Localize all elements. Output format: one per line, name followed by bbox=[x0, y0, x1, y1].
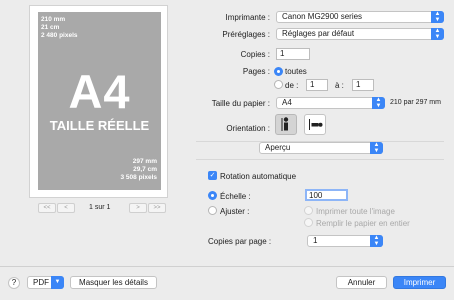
fit-fill-radio[interactable] bbox=[304, 218, 313, 227]
footer-divider bbox=[0, 266, 454, 267]
chevron-updown-icon: ▲ ▼ bbox=[372, 97, 385, 109]
pdf-menu-button[interactable]: PDF ▼ bbox=[27, 276, 64, 289]
paper-dimensions: 210 par 297 mm bbox=[390, 99, 441, 106]
last-page-button[interactable]: >> bbox=[148, 203, 166, 213]
chevron-updown-icon: ▲ ▼ bbox=[431, 11, 444, 23]
printer-label: Imprimante : bbox=[225, 13, 270, 22]
paper-size-select[interactable]: A4 ▲ ▼ bbox=[276, 97, 385, 109]
fit-print-all-label: Imprimer toute l'image bbox=[316, 207, 395, 216]
preview-width-px: 2 480 pixels bbox=[41, 32, 78, 39]
preview-height-cm: 29,7 cm bbox=[133, 166, 157, 173]
presets-select[interactable]: Réglages par défaut ▲ ▼ bbox=[276, 28, 444, 40]
copies-per-page-value: 1 bbox=[313, 236, 318, 245]
pages-from-label: de : bbox=[285, 81, 299, 90]
preview-actual-size-label: TAILLE RÉELLE bbox=[49, 118, 150, 133]
pages-label: Pages : bbox=[242, 67, 270, 76]
orientation-label: Orientation : bbox=[226, 124, 270, 133]
auto-rotate-checkbox[interactable]: ✓ bbox=[208, 171, 217, 180]
preview-paper-name: A4 bbox=[68, 65, 131, 118]
preview-height-mm: 297 mm bbox=[132, 158, 157, 165]
presets-label: Préréglages : bbox=[222, 30, 270, 39]
pages-to-label: à : bbox=[335, 81, 344, 90]
section-value: Aperçu bbox=[265, 143, 291, 152]
pages-all-radio[interactable] bbox=[274, 67, 283, 76]
print-button[interactable]: Imprimer bbox=[393, 276, 446, 289]
pages-to-input[interactable]: 1 bbox=[352, 79, 374, 91]
previous-page-button[interactable]: < bbox=[57, 203, 75, 213]
fit-fill-label: Remplir le papier en entier bbox=[316, 219, 410, 228]
landscape-person-icon bbox=[309, 119, 323, 130]
copies-input[interactable]: 1 bbox=[276, 48, 310, 60]
pages-range-radio[interactable] bbox=[274, 80, 283, 89]
printer-value: Canon MG2900 series bbox=[282, 12, 363, 21]
pages-from-input[interactable]: 1 bbox=[306, 79, 328, 91]
preview-width-mm: 210 mm bbox=[41, 16, 66, 23]
chevron-updown-icon: ▲ ▼ bbox=[431, 28, 444, 40]
pages-all-label: toutes bbox=[285, 67, 307, 76]
preview-height-px: 3 508 pixels bbox=[120, 174, 158, 181]
page-indicator: 1 sur 1 bbox=[89, 204, 111, 211]
paper-size-label: Taille du papier : bbox=[211, 99, 270, 108]
fit-radio[interactable] bbox=[208, 206, 217, 215]
paper-size-value: A4 bbox=[282, 98, 292, 107]
fit-print-all-radio[interactable] bbox=[304, 206, 313, 215]
presets-value: Réglages par défaut bbox=[282, 29, 355, 38]
scale-label: Échelle : bbox=[220, 192, 251, 201]
section-select[interactable]: Aperçu ▲ ▼ bbox=[259, 142, 383, 154]
copies-label: Copies : bbox=[240, 50, 270, 59]
portrait-person-icon bbox=[281, 117, 289, 131]
cancel-button[interactable]: Annuler bbox=[336, 276, 387, 289]
help-button[interactable]: ? bbox=[8, 277, 20, 289]
chevron-updown-icon: ▲ ▼ bbox=[370, 235, 383, 247]
portrait-orientation-button[interactable] bbox=[275, 114, 297, 135]
hide-details-button[interactable]: Masquer les détails bbox=[70, 276, 157, 289]
chevron-down-icon: ▼ bbox=[51, 276, 64, 289]
divider bbox=[196, 159, 444, 160]
chevron-updown-icon: ▲ ▼ bbox=[370, 142, 383, 154]
scale-radio[interactable] bbox=[208, 191, 217, 200]
first-page-button[interactable]: << bbox=[38, 203, 56, 213]
preview-size-top: 210 mm 21 cm 2 480 pixels bbox=[41, 16, 78, 40]
next-page-button[interactable]: > bbox=[129, 203, 147, 213]
copies-per-page-label: Copies par page : bbox=[208, 237, 272, 246]
preview-width-cm: 21 cm bbox=[41, 24, 60, 31]
printer-select[interactable]: Canon MG2900 series ▲ ▼ bbox=[276, 11, 444, 23]
scale-input[interactable]: 100 bbox=[305, 189, 348, 201]
print-preview-page: 210 mm 21 cm 2 480 pixels A4 TAILLE RÉEL… bbox=[38, 12, 161, 190]
preview-size-bottom: 297 mm 29,7 cm 3 508 pixels bbox=[121, 158, 158, 182]
pdf-label: PDF bbox=[33, 278, 49, 287]
fit-label: Ajuster : bbox=[220, 207, 250, 216]
auto-rotate-label: Rotation automatique bbox=[220, 172, 297, 181]
landscape-orientation-button[interactable] bbox=[304, 114, 326, 135]
copies-per-page-select[interactable]: 1 ▲ ▼ bbox=[307, 235, 383, 247]
